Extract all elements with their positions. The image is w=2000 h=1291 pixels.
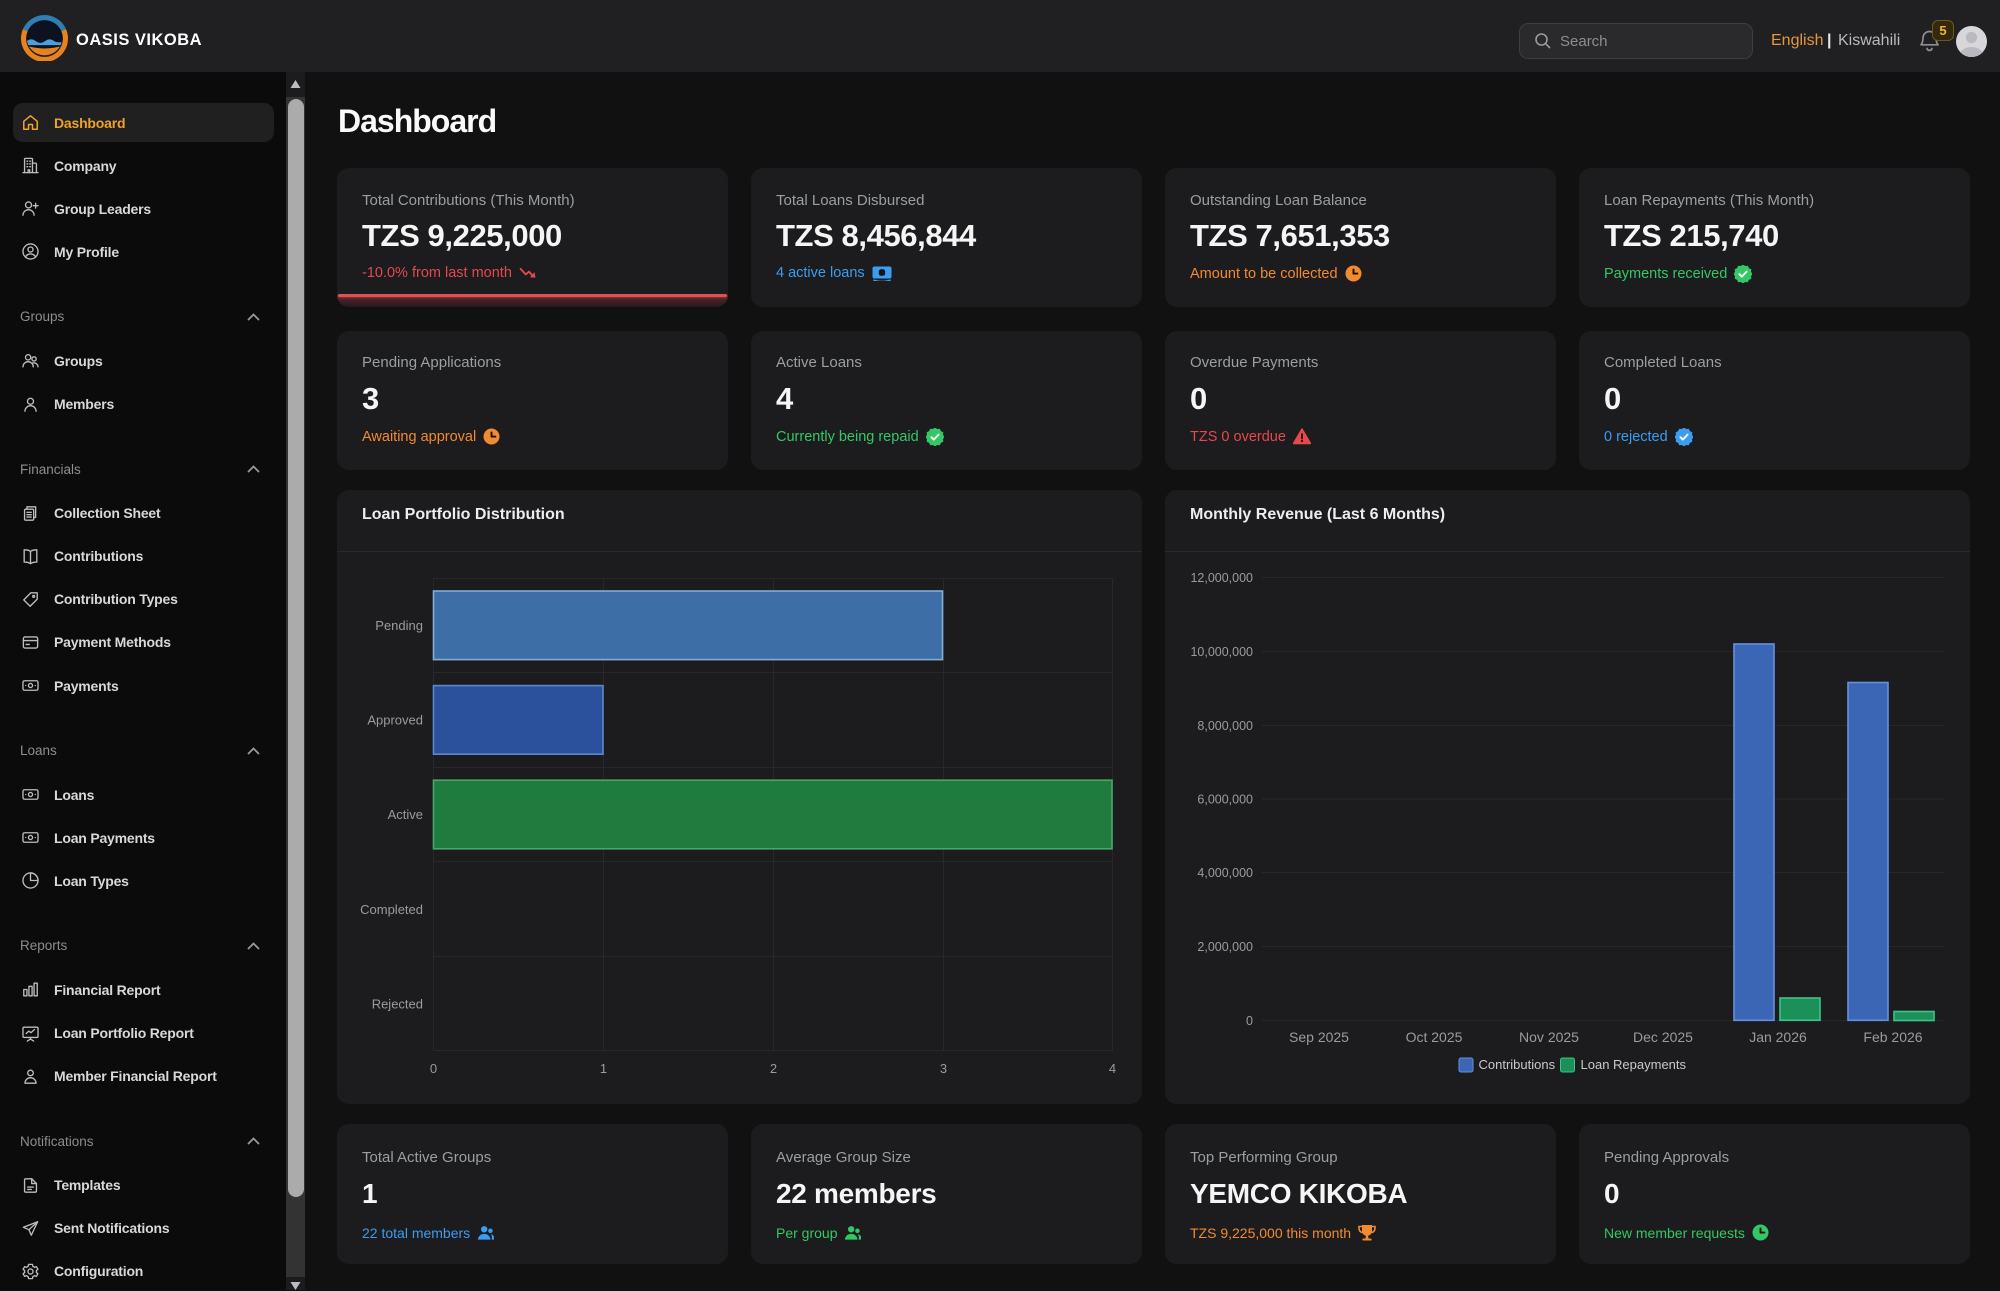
svg-text:10,000,000: 10,000,000 xyxy=(1190,645,1253,659)
svg-text:3: 3 xyxy=(940,1061,947,1076)
svg-text:Dec 2025: Dec 2025 xyxy=(1633,1029,1693,1045)
svg-text:4: 4 xyxy=(1109,1061,1116,1076)
svg-text:0: 0 xyxy=(430,1061,437,1076)
svg-text:8,000,000: 8,000,000 xyxy=(1197,719,1253,733)
svg-text:2,000,000: 2,000,000 xyxy=(1197,940,1253,954)
svg-text:Oct 2025: Oct 2025 xyxy=(1406,1029,1463,1045)
svg-text:Jan 2026: Jan 2026 xyxy=(1749,1029,1807,1045)
svg-text:Active: Active xyxy=(388,807,423,822)
svg-text:Feb 2026: Feb 2026 xyxy=(1863,1029,1922,1045)
svg-text:Contributions: Contributions xyxy=(1479,1057,1556,1072)
svg-text:Approved: Approved xyxy=(367,713,423,728)
svg-text:Nov 2025: Nov 2025 xyxy=(1519,1029,1579,1045)
svg-text:2: 2 xyxy=(770,1061,777,1076)
svg-text:Completed: Completed xyxy=(360,902,423,917)
svg-text:Pending: Pending xyxy=(375,618,423,633)
svg-text:Sep 2025: Sep 2025 xyxy=(1289,1029,1349,1045)
svg-text:Rejected: Rejected xyxy=(372,996,423,1011)
svg-text:1: 1 xyxy=(600,1061,607,1076)
svg-text:Loan Repayments: Loan Repayments xyxy=(1581,1057,1687,1072)
svg-text:0: 0 xyxy=(1246,1014,1253,1028)
svg-text:4,000,000: 4,000,000 xyxy=(1197,866,1253,880)
svg-text:12,000,000: 12,000,000 xyxy=(1190,571,1253,585)
svg-text:6,000,000: 6,000,000 xyxy=(1197,793,1253,807)
